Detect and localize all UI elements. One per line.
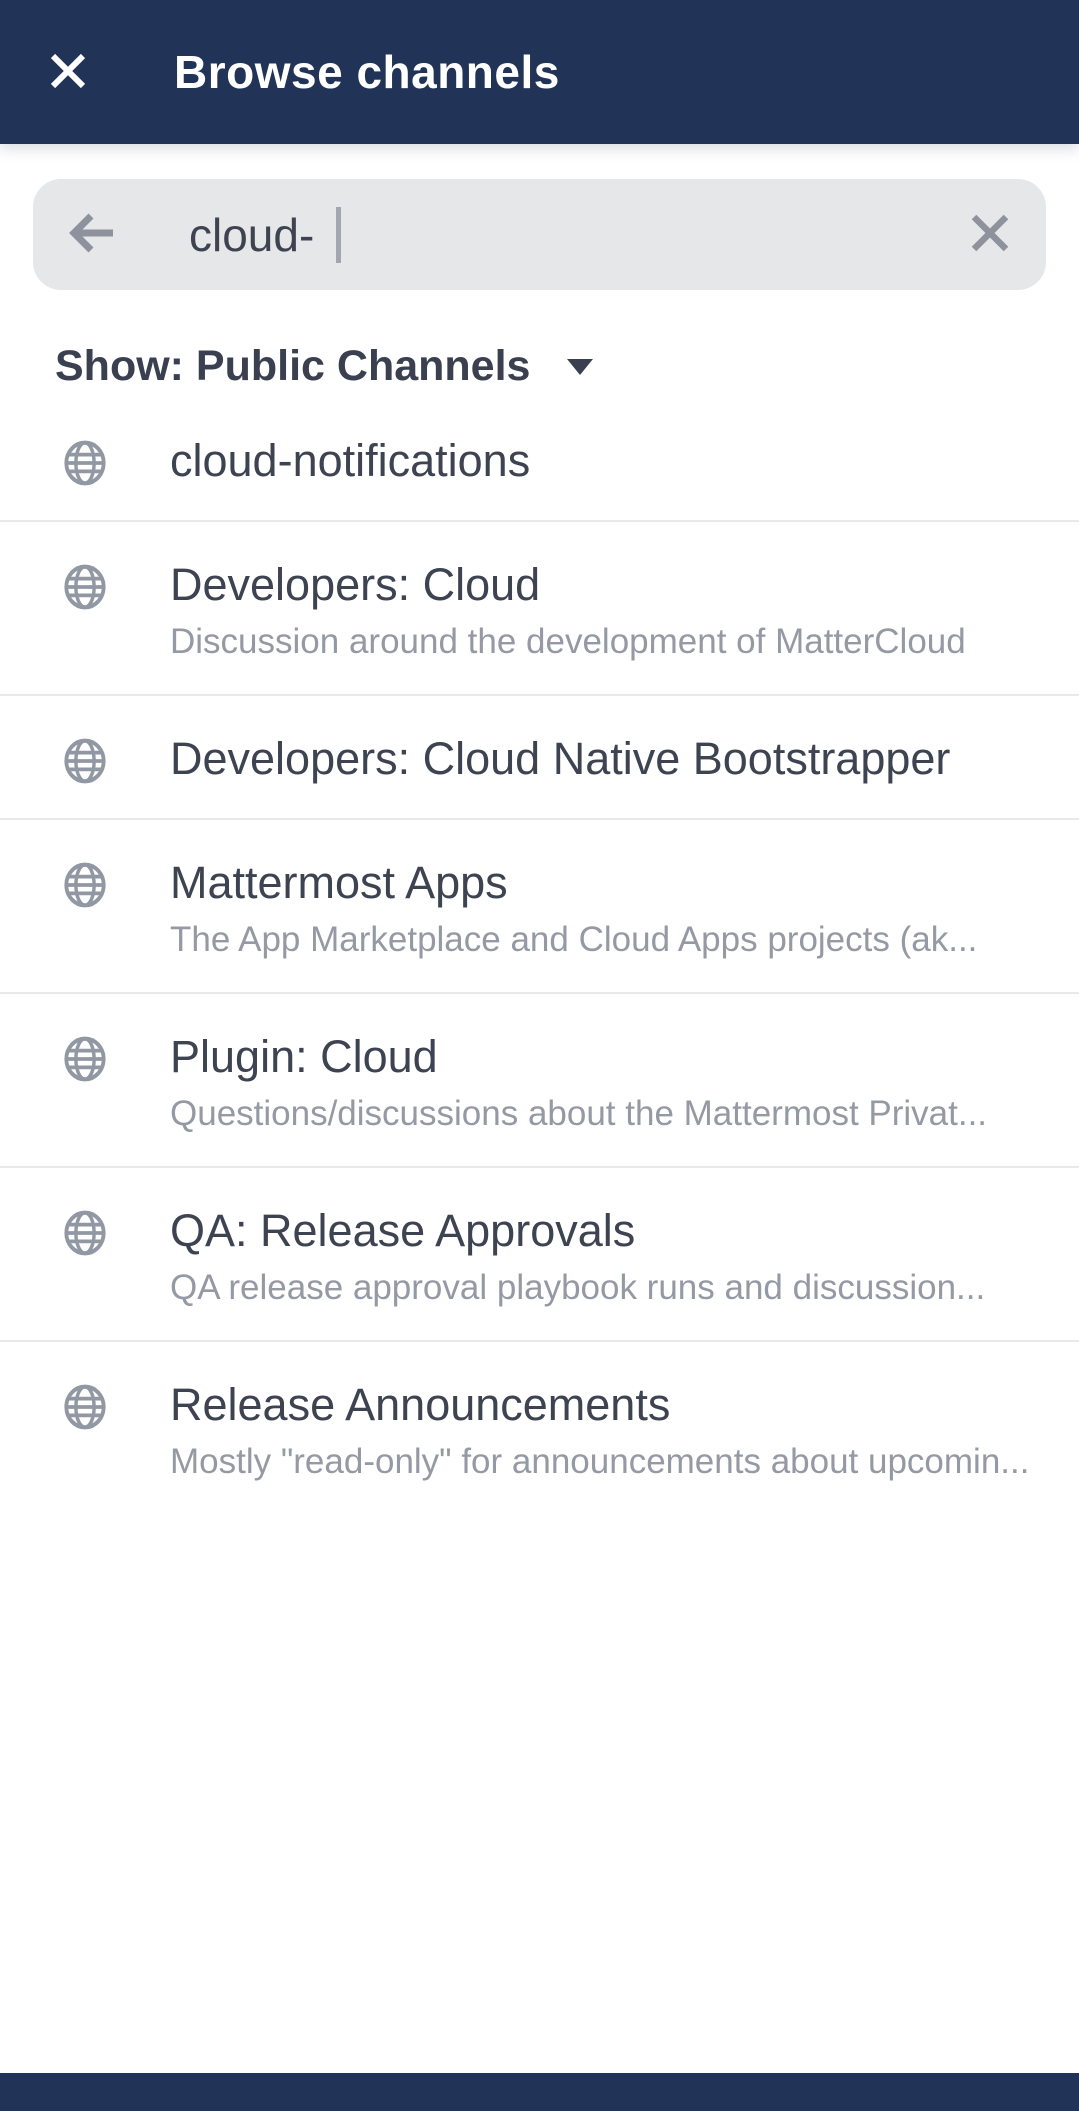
globe-icon bbox=[0, 1026, 170, 1084]
caret-down-icon bbox=[566, 358, 594, 381]
globe-icon bbox=[0, 852, 170, 910]
channel-row-text: Release Announcements Mostly "read-only"… bbox=[170, 1374, 1079, 1486]
channel-row-text: Plugin: Cloud Questions/discussions abou… bbox=[170, 1026, 1079, 1138]
channel-row[interactable]: Mattermost Apps The App Marketplace and … bbox=[0, 820, 1079, 994]
channel-row[interactable]: cloud-notifications bbox=[0, 398, 1079, 522]
channel-row-text: cloud-notifications bbox=[170, 430, 1079, 492]
clear-icon bbox=[968, 211, 1012, 258]
channel-row[interactable]: Release Announcements Mostly "read-only"… bbox=[0, 1342, 1079, 1514]
channel-description: The App Marketplace and Cloud Apps proje… bbox=[170, 916, 1063, 964]
clear-search-button[interactable] bbox=[964, 209, 1016, 261]
browse-channels-screen: Browse channels bbox=[0, 0, 1079, 2111]
channel-name: cloud-notifications bbox=[170, 430, 1063, 492]
channel-name: Release Announcements bbox=[170, 1374, 1063, 1436]
channel-row-text: Developers: Cloud Discussion around the … bbox=[170, 554, 1079, 666]
channel-name: Developers: Cloud Native Bootstrapper bbox=[170, 728, 1063, 790]
arrow-left-icon bbox=[68, 208, 118, 261]
channel-row[interactable]: Developers: Cloud Native Bootstrapper bbox=[0, 696, 1079, 820]
channel-description: Questions/discussions about the Mattermo… bbox=[170, 1090, 1063, 1138]
close-button[interactable] bbox=[36, 40, 100, 104]
close-icon bbox=[45, 48, 91, 97]
channel-row[interactable]: Plugin: Cloud Questions/discussions abou… bbox=[0, 994, 1079, 1168]
back-button[interactable] bbox=[67, 209, 119, 261]
globe-icon bbox=[0, 430, 170, 488]
text-cursor bbox=[336, 207, 341, 263]
globe-icon bbox=[0, 1200, 170, 1258]
channel-name: Plugin: Cloud bbox=[170, 1026, 1063, 1088]
globe-icon bbox=[0, 554, 170, 612]
channel-name: Developers: Cloud bbox=[170, 554, 1063, 616]
globe-icon bbox=[0, 728, 170, 786]
channel-list: cloud-notifications Developers: Cloud bbox=[0, 398, 1079, 1514]
filter-label: Show: Public Channels bbox=[55, 336, 530, 396]
channel-row[interactable]: QA: Release Approvals QA release approva… bbox=[0, 1168, 1079, 1342]
search-bar[interactable] bbox=[33, 179, 1046, 290]
channel-name: Mattermost Apps bbox=[170, 852, 1063, 914]
bottom-nav-bar bbox=[0, 2073, 1079, 2111]
globe-icon bbox=[0, 1374, 170, 1432]
channel-description: Discussion around the development of Mat… bbox=[170, 618, 1063, 666]
channel-description: Mostly "read-only" for announcements abo… bbox=[170, 1438, 1063, 1486]
page-title: Browse channels bbox=[174, 45, 560, 99]
channel-row-text: QA: Release Approvals QA release approva… bbox=[170, 1200, 1079, 1312]
channel-filter-dropdown[interactable]: Show: Public Channels bbox=[55, 336, 1079, 396]
channel-name: QA: Release Approvals bbox=[170, 1200, 1063, 1262]
search-input[interactable] bbox=[189, 208, 335, 262]
channel-row-text: Mattermost Apps The App Marketplace and … bbox=[170, 852, 1079, 964]
channel-description: QA release approval playbook runs and di… bbox=[170, 1264, 1063, 1312]
channel-row[interactable]: Developers: Cloud Discussion around the … bbox=[0, 522, 1079, 696]
search-bar-container bbox=[0, 144, 1079, 290]
channel-row-text: Developers: Cloud Native Bootstrapper bbox=[170, 728, 1079, 790]
header: Browse channels bbox=[0, 0, 1079, 144]
